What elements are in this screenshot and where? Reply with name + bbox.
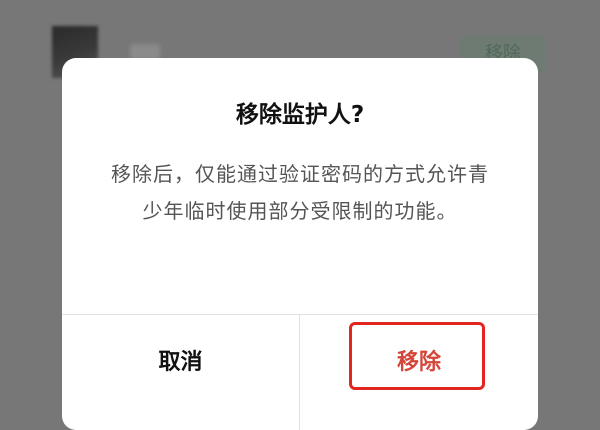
cancel-button[interactable]: 取消 (62, 315, 299, 405)
dialog-message: 移除后，仅能通过验证密码的方式允许青少年临时使用部分受限制的功能。 (111, 162, 489, 223)
remove-guardian-dialog: 移除监护人? 移除后，仅能通过验证密码的方式允许青少年临时使用部分受限制的功能。… (62, 58, 538, 430)
dialog-title: 移除监护人? (235, 102, 365, 128)
confirm-remove-button[interactable]: 移除 (300, 315, 538, 405)
